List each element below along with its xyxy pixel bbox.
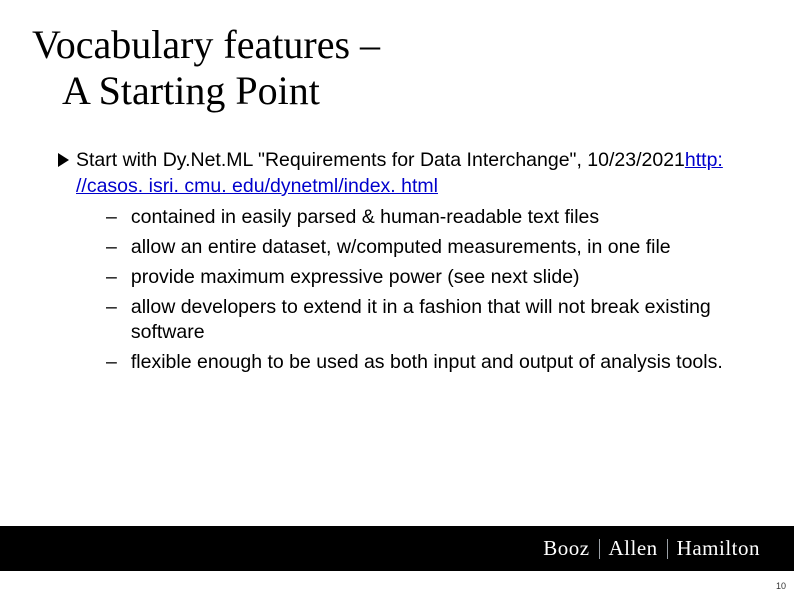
dash-bullet-icon: – — [106, 265, 117, 291]
dash-bullet-icon: – — [106, 205, 117, 231]
footer-bar: Booz Allen Hamilton — [0, 526, 794, 571]
top-bullet-content: Start with Dy.Net.ML "Requirements for D… — [76, 148, 748, 380]
list-item: – flexible enough to be used as both inp… — [106, 350, 748, 376]
slide: Vocabulary features – A Starting Point S… — [0, 0, 794, 595]
list-item: – allow an entire dataset, w/computed me… — [106, 235, 748, 261]
logo-separator — [667, 539, 668, 559]
sub-bullet-text: allow developers to extend it in a fashi… — [131, 295, 748, 346]
sub-bullet-text: contained in easily parsed & human-reada… — [131, 205, 748, 231]
top-bullet: Start with Dy.Net.ML "Requirements for D… — [58, 148, 748, 380]
logo-part-2: Allen — [609, 536, 658, 561]
title-line-1: Vocabulary features – — [32, 22, 380, 67]
list-item: – provide maximum expressive power (see … — [106, 265, 748, 291]
dash-bullet-icon: – — [106, 295, 117, 346]
logo-separator — [599, 539, 600, 559]
title-line-2: A Starting Point — [32, 68, 754, 114]
slide-title: Vocabulary features – A Starting Point — [32, 22, 754, 114]
sub-bullet-text: allow an entire dataset, w/computed meas… — [131, 235, 748, 261]
bullet-lead-text: Start with Dy.Net.ML "Requirements for D… — [76, 149, 685, 171]
slide-body: Start with Dy.Net.ML "Requirements for D… — [58, 148, 748, 380]
list-item: – contained in easily parsed & human-rea… — [106, 205, 748, 231]
triangle-bullet-icon — [58, 148, 72, 380]
page-number: 10 — [776, 581, 786, 591]
booz-allen-hamilton-logo: Booz Allen Hamilton — [543, 536, 760, 561]
sub-bullet-text: provide maximum expressive power (see ne… — [131, 265, 748, 291]
dash-bullet-icon: – — [106, 350, 117, 376]
list-item: – allow developers to extend it in a fas… — [106, 295, 748, 346]
logo-part-3: Hamilton — [677, 536, 760, 561]
logo-part-1: Booz — [543, 536, 589, 561]
dash-bullet-icon: – — [106, 235, 117, 261]
sub-bullet-list: – contained in easily parsed & human-rea… — [76, 205, 748, 375]
sub-bullet-text: flexible enough to be used as both input… — [131, 350, 748, 376]
